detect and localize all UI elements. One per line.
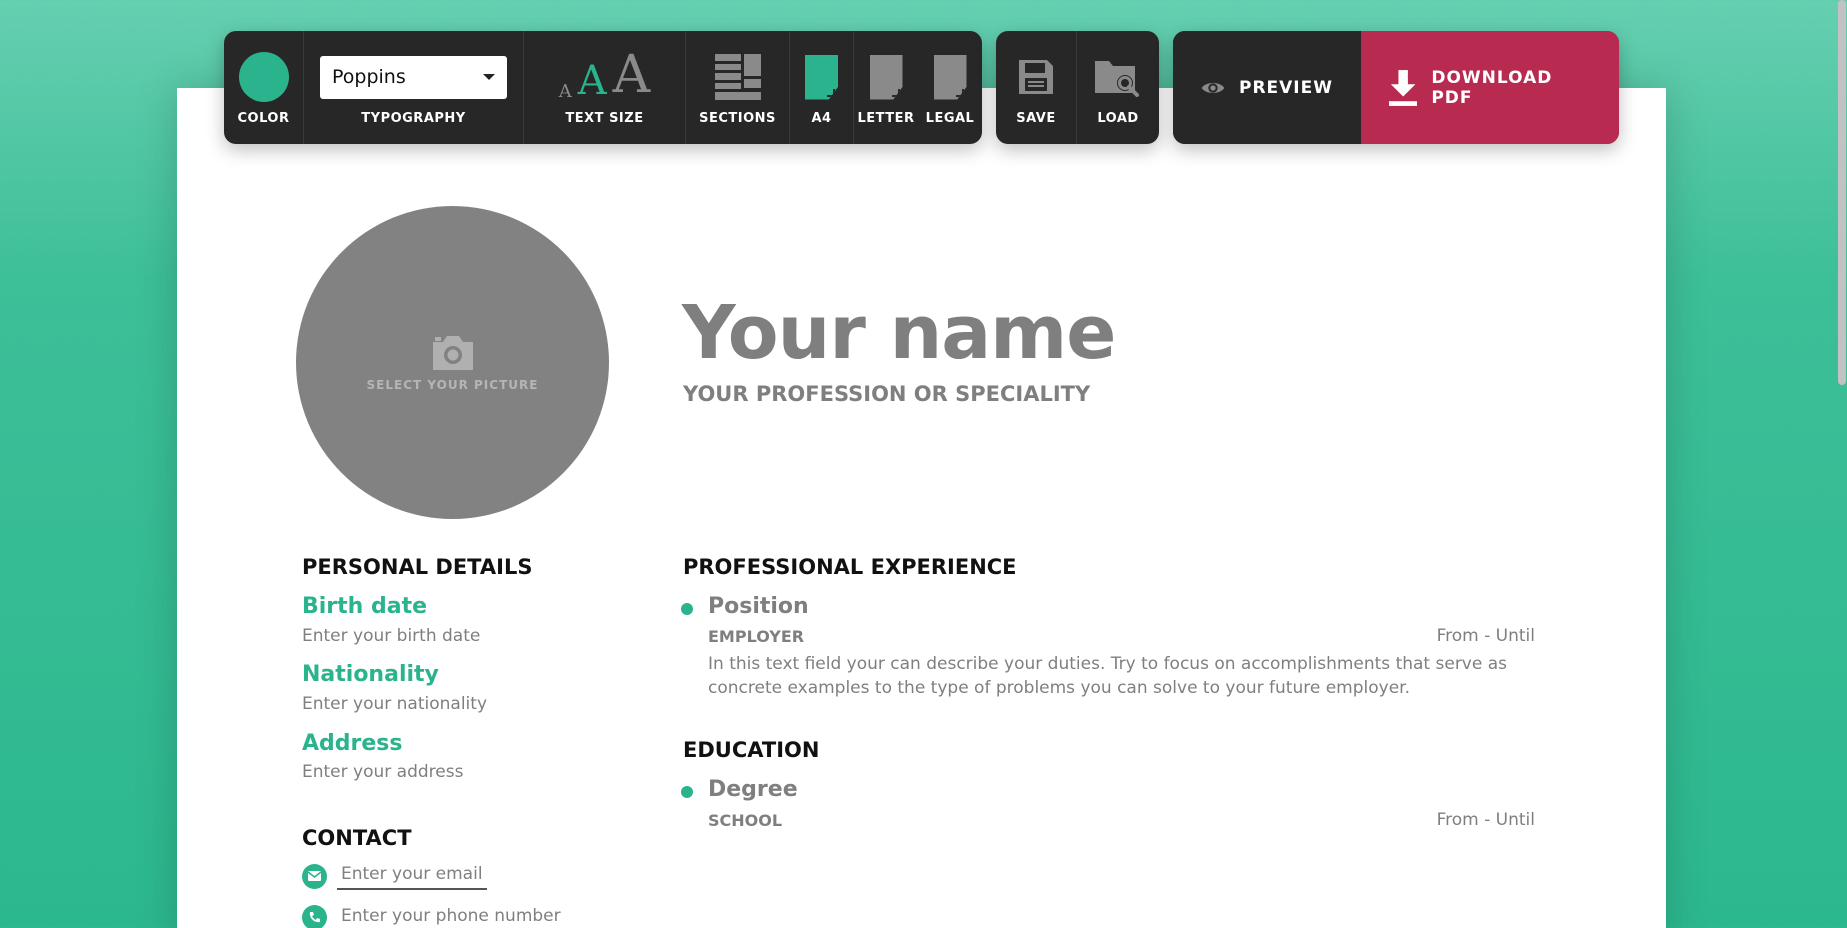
paper-legal-button[interactable]: LEGAL — [918, 31, 982, 144]
page-scrollbar[interactable] — [1837, 0, 1847, 928]
format-toolbar-group: COLOR Poppins TYPOGRAPHY A A A TEXT SIZE — [224, 31, 982, 144]
load-label: LOAD — [1097, 111, 1139, 126]
sections-icon — [714, 54, 761, 100]
file-toolbar-group: SAVE LOAD — [996, 31, 1159, 144]
phone-icon — [302, 904, 327, 928]
chevron-down-icon — [483, 74, 495, 80]
education-dates-field[interactable]: From - Until — [1437, 810, 1535, 830]
phone-input[interactable]: Enter your phone number — [337, 904, 565, 928]
export-toolbar-group: PREVIEW DOWNLOAD PDF — [1173, 31, 1619, 144]
eye-icon — [1201, 82, 1225, 93]
degree-field[interactable]: Degree — [708, 777, 798, 802]
legal-paper-icon — [933, 54, 967, 100]
text-size-label: TEXT SIZE — [565, 111, 644, 126]
color-picker-button[interactable]: COLOR — [224, 31, 304, 144]
experience-description-field[interactable]: In this text field your can describe you… — [708, 652, 1535, 700]
nationality-field[interactable]: Enter your nationality — [302, 694, 487, 714]
phone-row: Enter your phone number — [302, 904, 565, 928]
text-size-control: A A A TEXT SIZE — [524, 31, 686, 144]
email-input[interactable]: Enter your email — [337, 862, 487, 890]
save-button[interactable]: SAVE — [996, 31, 1077, 144]
color-swatch-icon — [238, 52, 289, 102]
select-picture-button[interactable]: SELECT YOUR PICTURE — [296, 206, 609, 519]
experience-bullet — [681, 603, 693, 615]
paper-a4-button[interactable]: A4 — [790, 31, 854, 144]
a4-paper-icon — [805, 54, 838, 100]
email-icon — [302, 863, 327, 889]
load-button[interactable]: LOAD — [1077, 31, 1159, 144]
letter-paper-icon — [869, 54, 903, 100]
resume-profession-field[interactable]: YOUR PROFESSION OR SPECIALITY — [683, 382, 1090, 406]
sections-button[interactable]: SECTIONS — [686, 31, 790, 144]
color-label: COLOR — [237, 111, 290, 126]
typography-label: TYPOGRAPHY — [361, 111, 466, 126]
nationality-label: Nationality — [302, 662, 439, 687]
a4-label: A4 — [811, 111, 832, 126]
text-size-small-button[interactable]: A — [559, 83, 572, 101]
typography-select[interactable]: Poppins — [320, 55, 507, 99]
experience-dates-field[interactable]: From - Until — [1437, 626, 1535, 646]
birth-date-field[interactable]: Enter your birth date — [302, 626, 480, 646]
contact-heading: CONTACT — [302, 826, 412, 850]
school-field[interactable]: SCHOOL — [708, 811, 782, 830]
save-label: SAVE — [1016, 111, 1056, 126]
address-label: Address — [302, 731, 403, 756]
address-field[interactable]: Enter your address — [302, 762, 463, 782]
typography-value: Poppins — [332, 66, 406, 88]
text-size-large-button[interactable]: A — [613, 49, 651, 101]
preview-button[interactable]: PREVIEW — [1173, 31, 1361, 144]
birth-date-label: Birth date — [302, 594, 428, 619]
letter-label: LETTER — [857, 111, 915, 126]
education-heading: EDUCATION — [683, 738, 820, 762]
camera-icon — [432, 335, 473, 370]
floppy-disk-icon — [1019, 60, 1053, 94]
scrollbar-thumb[interactable] — [1838, 0, 1846, 385]
experience-heading: PROFESSIONAL EXPERIENCE — [683, 555, 1017, 579]
editor-toolbar: COLOR Poppins TYPOGRAPHY A A A TEXT SIZE — [224, 31, 1619, 144]
text-size-medium-button[interactable]: A — [578, 61, 607, 101]
paper-letter-button[interactable]: LETTER — [854, 31, 918, 144]
folder-search-icon — [1095, 61, 1139, 97]
download-icon — [1389, 69, 1418, 106]
resume-name-field[interactable]: Your name — [682, 290, 1116, 376]
email-row: Enter your email — [302, 862, 487, 890]
download-pdf-button[interactable]: DOWNLOAD PDF — [1361, 31, 1619, 144]
sections-label: SECTIONS — [699, 111, 776, 126]
legal-label: LEGAL — [925, 111, 975, 126]
employer-field[interactable]: EMPLOYER — [708, 627, 804, 646]
download-label: DOWNLOAD PDF — [1431, 67, 1553, 108]
preview-label: PREVIEW — [1238, 77, 1333, 98]
typography-control: Poppins TYPOGRAPHY — [304, 31, 524, 144]
position-field[interactable]: Position — [708, 594, 809, 619]
personal-details-heading: PERSONAL DETAILS — [302, 555, 533, 579]
education-bullet — [681, 786, 693, 798]
select-picture-label: SELECT YOUR PICTURE — [366, 377, 539, 392]
